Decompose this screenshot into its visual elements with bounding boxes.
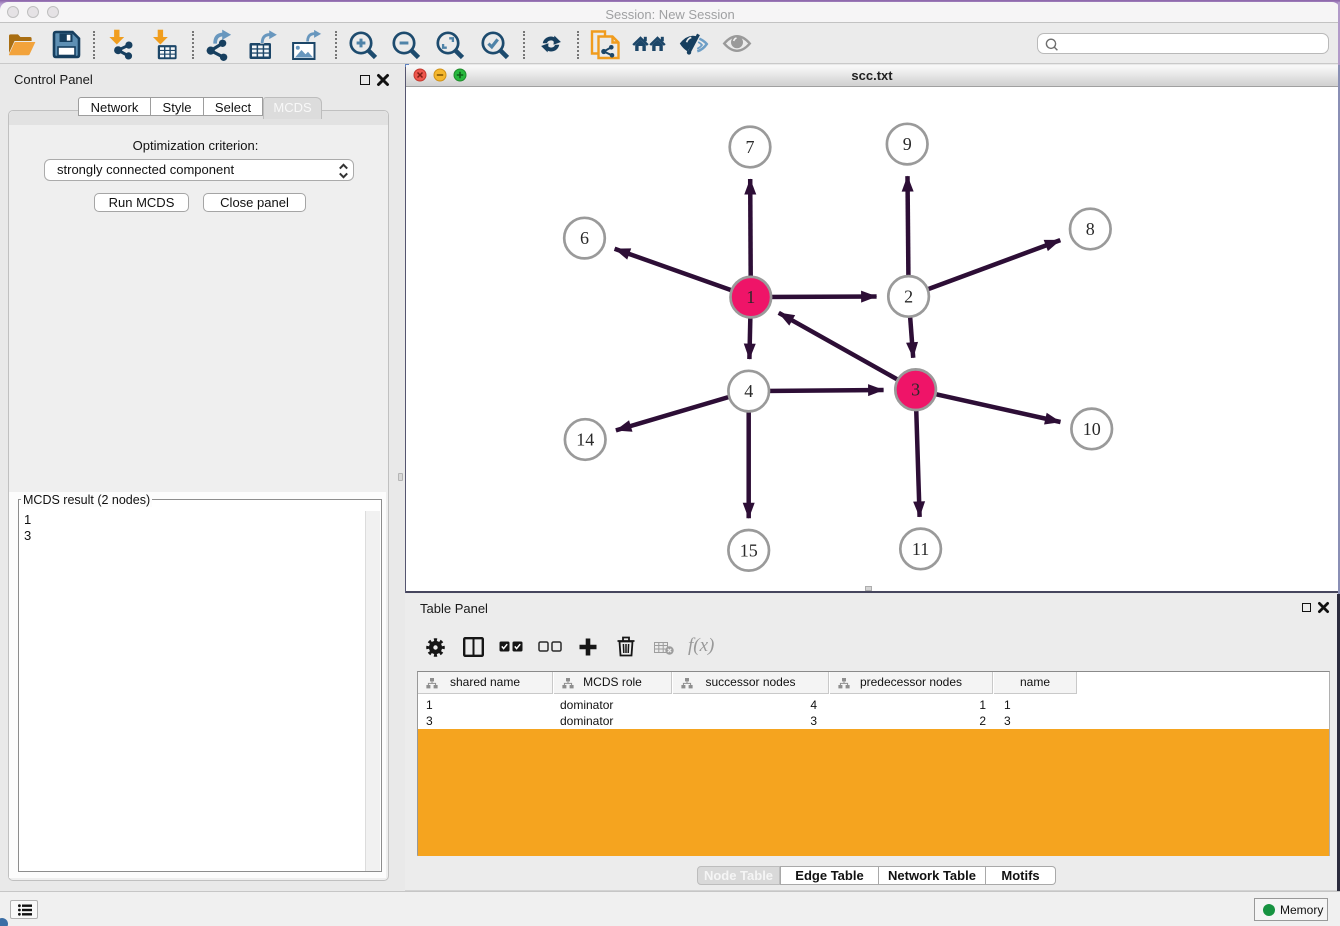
svg-text:11: 11 bbox=[912, 539, 929, 559]
svg-text:3: 3 bbox=[911, 380, 920, 400]
svg-text:15: 15 bbox=[740, 540, 758, 560]
svg-text:4: 4 bbox=[744, 381, 753, 401]
svg-text:2: 2 bbox=[904, 286, 913, 306]
svg-text:14: 14 bbox=[576, 430, 594, 450]
svg-text:9: 9 bbox=[903, 134, 912, 154]
svg-text:6: 6 bbox=[580, 228, 589, 248]
svg-text:8: 8 bbox=[1086, 219, 1095, 239]
svg-text:10: 10 bbox=[1083, 419, 1101, 439]
svg-text:1: 1 bbox=[746, 287, 755, 307]
svg-text:7: 7 bbox=[746, 137, 755, 157]
